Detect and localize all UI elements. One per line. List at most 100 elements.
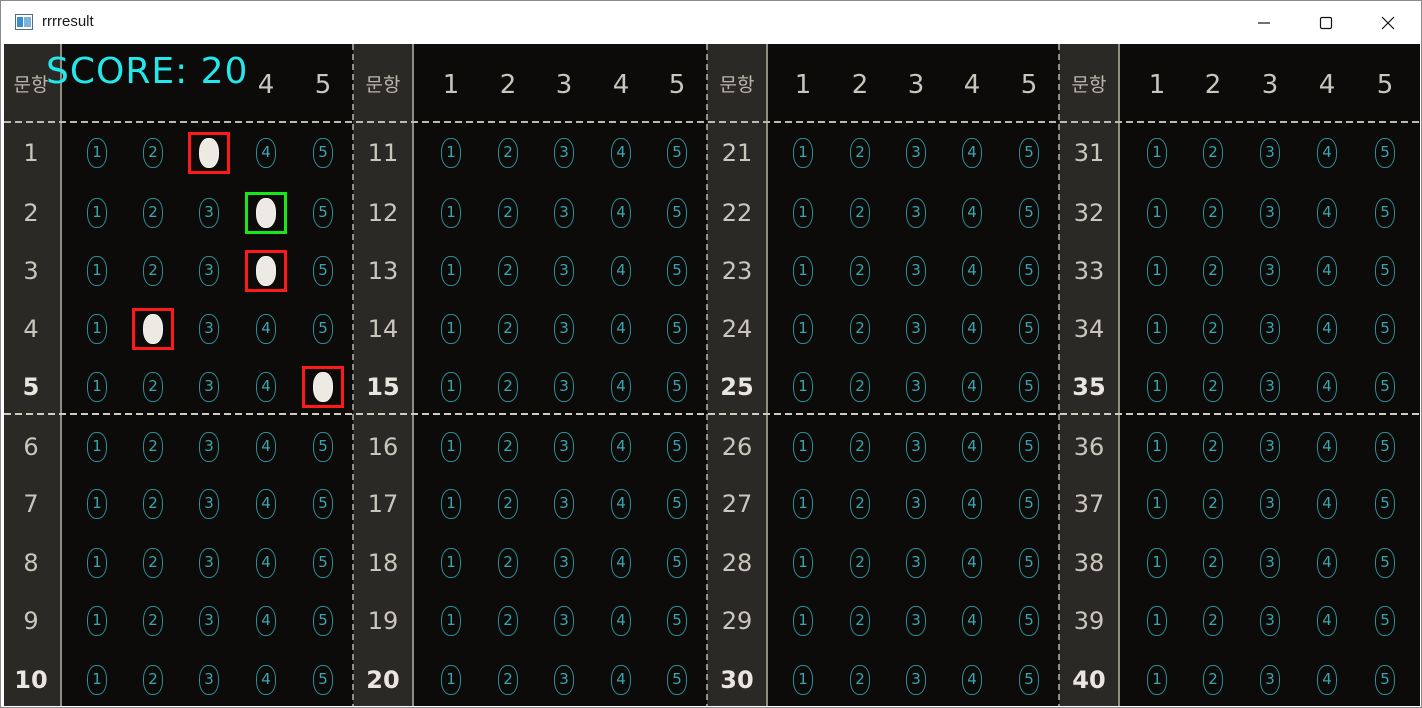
header-choice-3: 3 bbox=[555, 70, 573, 100]
question-number: 25 bbox=[720, 373, 754, 401]
question-number: 11 bbox=[367, 139, 399, 167]
maximize-button[interactable] bbox=[1295, 1, 1357, 44]
answer-bubble: 4 bbox=[611, 314, 631, 344]
answer-bubble: 2 bbox=[1203, 138, 1223, 168]
incorrect-mark-box bbox=[132, 308, 174, 350]
answer-bubble: 4 bbox=[1317, 198, 1337, 228]
question-number: 24 bbox=[721, 315, 753, 343]
answer-bubble: 2 bbox=[498, 432, 518, 462]
header-choice-3: 3 bbox=[907, 70, 925, 100]
answer-bubble: 2 bbox=[498, 606, 518, 636]
answer-bubble: 5 bbox=[667, 198, 687, 228]
answer-bubble: 5 bbox=[313, 665, 333, 695]
answer-bubble: 1 bbox=[441, 606, 461, 636]
answer-bubble: 2 bbox=[850, 548, 870, 578]
answer-bubble: 3 bbox=[554, 256, 574, 286]
answer-bubble: 4 bbox=[1317, 138, 1337, 168]
question-number: 5 bbox=[22, 373, 40, 401]
answer-bubble: 4 bbox=[1317, 432, 1337, 462]
question-number: 13 bbox=[367, 257, 399, 285]
question-number: 33 bbox=[1073, 257, 1105, 285]
question-number: 1 bbox=[23, 139, 39, 167]
answer-bubble: 1 bbox=[87, 606, 107, 636]
answer-bubble: 4 bbox=[1317, 256, 1337, 286]
answer-bubble: 1 bbox=[793, 198, 813, 228]
question-number: 6 bbox=[23, 433, 39, 461]
answer-bubble: 1 bbox=[793, 314, 813, 344]
answer-bubble: 1 bbox=[87, 548, 107, 578]
answer-bubble: 4 bbox=[611, 198, 631, 228]
answer-bubble: 1 bbox=[793, 138, 813, 168]
answer-bubble: 5 bbox=[667, 489, 687, 519]
answer-bubble: 5 bbox=[1375, 432, 1395, 462]
answer-bubble: 3 bbox=[199, 665, 219, 695]
answer-bubble: 5 bbox=[1019, 372, 1039, 402]
answer-bubble: 5 bbox=[667, 606, 687, 636]
answer-bubble: 4 bbox=[611, 372, 631, 402]
answer-bubble: 1 bbox=[1147, 548, 1167, 578]
close-button[interactable] bbox=[1357, 1, 1419, 44]
header-question-label: 문항 bbox=[1071, 74, 1107, 96]
answer-bubble: 3 bbox=[1260, 198, 1280, 228]
header-choice-1: 1 bbox=[794, 70, 812, 100]
answer-bubble: 3 bbox=[554, 198, 574, 228]
answer-bubble: 2 bbox=[143, 198, 163, 228]
answer-bubble: 5 bbox=[313, 432, 333, 462]
answer-bubble: 3 bbox=[199, 606, 219, 636]
correct-mark-box bbox=[245, 192, 287, 234]
answer-bubble: 3 bbox=[906, 138, 926, 168]
question-number: 22 bbox=[721, 199, 753, 227]
score-label: SCORE: 20 bbox=[46, 51, 249, 92]
answer-bubble: 3 bbox=[554, 548, 574, 578]
question-number: 15 bbox=[366, 373, 400, 401]
answer-bubble: 4 bbox=[256, 138, 276, 168]
answer-bubble: 5 bbox=[1375, 372, 1395, 402]
answer-bubble: 2 bbox=[143, 489, 163, 519]
question-number: 2 bbox=[23, 199, 39, 227]
question-number: 14 bbox=[367, 315, 399, 343]
answer-bubble: 5 bbox=[1019, 548, 1039, 578]
answer-bubble: 5 bbox=[1375, 489, 1395, 519]
question-number: 16 bbox=[367, 433, 399, 461]
answer-bubble: 2 bbox=[498, 256, 518, 286]
answer-bubble: 2 bbox=[1203, 198, 1223, 228]
minimize-button[interactable] bbox=[1233, 1, 1295, 44]
answer-bubble: 3 bbox=[554, 665, 574, 695]
answer-bubble: 1 bbox=[441, 489, 461, 519]
answer-bubble: 3 bbox=[199, 314, 219, 344]
answer-bubble: 4 bbox=[962, 314, 982, 344]
answer-bubble: 3 bbox=[554, 489, 574, 519]
answer-bubble: 2 bbox=[143, 665, 163, 695]
header-choice-2: 2 bbox=[499, 70, 517, 100]
answer-bubble: 1 bbox=[793, 665, 813, 695]
answer-bubble: 1 bbox=[1147, 489, 1167, 519]
answer-bubble: 2 bbox=[143, 548, 163, 578]
answer-bubble: 1 bbox=[87, 372, 107, 402]
answer-bubble: 3 bbox=[1260, 138, 1280, 168]
question-number: 34 bbox=[1073, 315, 1105, 343]
answer-bubble: 3 bbox=[906, 489, 926, 519]
header-question-label: 문항 bbox=[719, 74, 755, 96]
answer-bubble: 1 bbox=[441, 372, 461, 402]
minimize-icon bbox=[1258, 21, 1270, 24]
title-bar[interactable]: rrrresult bbox=[1, 1, 1421, 44]
answer-bubble: 4 bbox=[962, 548, 982, 578]
answer-bubble: 1 bbox=[87, 138, 107, 168]
question-number: 3 bbox=[23, 257, 39, 285]
answer-bubble: 4 bbox=[611, 665, 631, 695]
question-number: 23 bbox=[721, 257, 753, 285]
question-number: 20 bbox=[366, 666, 400, 694]
answer-bubble: 2 bbox=[1203, 372, 1223, 402]
question-number: 7 bbox=[23, 490, 39, 518]
answer-bubble: 2 bbox=[143, 432, 163, 462]
header-choice-5: 5 bbox=[668, 70, 686, 100]
header-choice-4: 4 bbox=[1318, 70, 1336, 100]
answer-bubble: 2 bbox=[143, 372, 163, 402]
answer-bubble: 3 bbox=[554, 372, 574, 402]
answer-bubble: 2 bbox=[850, 489, 870, 519]
answer-bubble: 3 bbox=[1260, 256, 1280, 286]
answer-bubble: 4 bbox=[256, 606, 276, 636]
answer-bubble: 4 bbox=[256, 372, 276, 402]
header-choice-4: 4 bbox=[963, 70, 981, 100]
answer-bubble: 4 bbox=[256, 432, 276, 462]
